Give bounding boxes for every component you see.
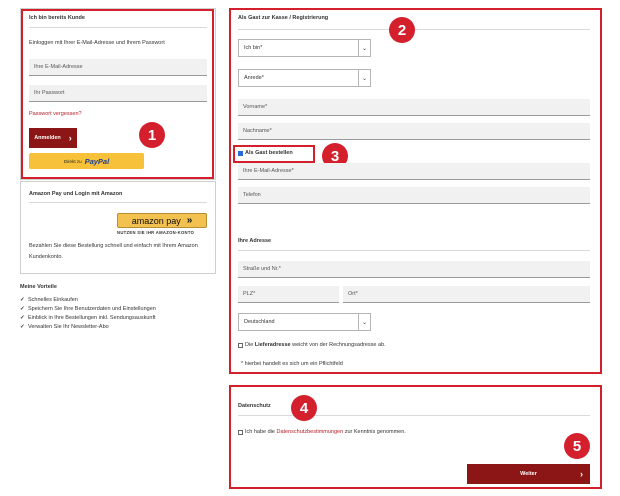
paypal-prefix: Direkt zu (63, 158, 82, 164)
phone-input[interactable]: Telefon (238, 187, 590, 204)
lastname-placeholder: Nachname* (243, 128, 272, 134)
login-email-placeholder: Ihre E-Mail-Adresse (34, 64, 83, 70)
amazon-subline: NUTZEN SIE IHR AMAZON-KONTO (117, 230, 195, 235)
checkmark-icon: ✓ (20, 324, 25, 330)
annotation-badge-5: 5 (564, 433, 590, 459)
benefits-title: Meine Vorteile (20, 284, 57, 290)
privacy-title-divider (238, 415, 590, 416)
street-input[interactable]: Straße und Nr.* (238, 261, 590, 278)
login-intro: Einloggen mit Ihrer E-Mail-Adresse und I… (29, 40, 165, 46)
annotation-badge-1: 1 (139, 122, 165, 148)
amazon-description-line1: Bezahlen Sie diese Bestellung schnell un… (29, 243, 198, 249)
benefit-item: ✓ Speichern Sie Ihre Benutzerdaten und Ei… (20, 305, 156, 314)
city-input[interactable]: Ort* (343, 286, 590, 303)
checkmark-icon: ✓ (20, 306, 25, 312)
shipping-address-checkbox[interactable] (238, 343, 243, 348)
amazon-title-divider (29, 202, 207, 203)
guest-email-input[interactable]: Ihre E-Mail-Adresse* (238, 163, 590, 180)
phone-placeholder: Telefon (243, 192, 261, 198)
benefit-item-label: Speichern Sie Ihre Benutzerdaten und Ein… (28, 306, 156, 312)
zip-placeholder: PLZ* (243, 291, 256, 297)
street-placeholder: Straße und Nr.* (243, 266, 281, 272)
chevron-down-icon: ⌄ (358, 70, 370, 86)
customer-type-select[interactable]: Ich bin* ⌄ (238, 39, 371, 57)
shipping-label-suffix: weicht von der Rechnungsadresse ab. (292, 342, 386, 348)
login-password-input[interactable]: Ihr Passwort (29, 85, 207, 102)
forgot-password-link[interactable]: Passwort vergessen? (29, 111, 82, 117)
benefit-item-label: Verwalten Sie Ihr Newsletter-Abo (28, 324, 109, 330)
privacy-title: Datenschutz (238, 403, 271, 409)
amazon-pay-logo: amazon pay (131, 215, 181, 226)
shipping-address-label: Die Lieferadresse weicht von der Rechnun… (245, 342, 386, 348)
login-title-divider (29, 27, 207, 28)
address-title: Ihre Adresse (238, 238, 272, 244)
login-button-label: Anmelden (34, 135, 61, 141)
zip-input[interactable]: PLZ* (238, 286, 339, 303)
chevron-down-icon: ⌄ (358, 40, 370, 56)
benefit-item-label: Einblick in Ihre Bestellungen inkl. Send… (28, 315, 156, 321)
consent-prefix: Ich habe die (245, 429, 275, 435)
checkmark-icon: ✓ (20, 315, 25, 321)
chevron-down-icon: ⌄ (358, 314, 370, 330)
guest-order-checkbox[interactable] (238, 151, 243, 156)
country-value: Deutschland (244, 319, 275, 325)
benefits-list: ✓ Schnelles Einkaufen ✓ Speichern Sie Ihre… (20, 296, 156, 332)
login-button[interactable]: Anmelden › (29, 128, 77, 148)
paypal-logo: PayPal (84, 156, 110, 166)
continue-button-label: Weiter (520, 471, 537, 477)
login-password-placeholder: Ihr Passwort (34, 90, 65, 96)
benefit-item: ✓ Einblick in Ihre Bestellungen inkl. Sen… (20, 314, 156, 323)
salutation-value: Anrede* (244, 75, 264, 81)
annotation-badge-2: 2 (389, 17, 415, 43)
chevron-right-icon: › (580, 468, 583, 479)
double-chevron-right-icon: » (186, 214, 193, 226)
amazon-title: Amazon Pay und Login mit Amazon (29, 191, 123, 197)
shipping-label-prefix: Die (245, 342, 254, 348)
firstname-input[interactable]: Vorname* (238, 99, 590, 116)
benefit-item: ✓ Schnelles Einkaufen (20, 296, 156, 305)
annotation-badge-4: 4 (291, 395, 317, 421)
privacy-consent-checkbox[interactable] (238, 430, 243, 435)
guest-email-placeholder: Ihre E-Mail-Adresse* (243, 168, 294, 174)
privacy-consent-label: Ich habe die Datenschutzbestimmungen zur… (245, 429, 406, 435)
privacy-policy-link[interactable]: Datenschutzbestimmungen (277, 429, 344, 435)
login-email-input[interactable]: Ihre E-Mail-Adresse (29, 59, 207, 76)
country-select[interactable]: Deutschland ⌄ (238, 313, 371, 331)
checkmark-icon: ✓ (20, 297, 25, 303)
city-placeholder: Ort* (348, 291, 358, 297)
consent-suffix: zur Kenntnis genommen. (344, 429, 406, 435)
salutation-select[interactable]: Anrede* ⌄ (238, 69, 371, 87)
guest-title: Als Gast zur Kasse / Registrierung (238, 15, 329, 21)
amazon-pay-button[interactable]: amazon pay » (117, 213, 207, 228)
paypal-button[interactable]: Direkt zu PayPal (29, 153, 144, 169)
shipping-label-bold: Lieferadresse (254, 342, 291, 348)
benefit-item-label: Schnelles Einkaufen (28, 297, 78, 303)
chevron-right-icon: › (68, 132, 72, 143)
lastname-input[interactable]: Nachname* (238, 123, 590, 140)
firstname-placeholder: Vorname* (243, 104, 268, 110)
benefit-item: ✓ Verwalten Sie Ihr Newsletter-Abo (20, 323, 156, 332)
amazon-description-line2: Kundenkonto. (29, 254, 63, 260)
address-title-divider (238, 250, 590, 251)
login-title: Ich bin bereits Kunde (29, 15, 85, 21)
guest-order-label: Als Gast bestellen (245, 150, 293, 156)
continue-button[interactable]: Weiter › (467, 464, 590, 484)
required-note: * hierbei handelt es sich um ein Pflicht… (241, 361, 343, 367)
customer-type-value: Ich bin* (244, 45, 263, 51)
